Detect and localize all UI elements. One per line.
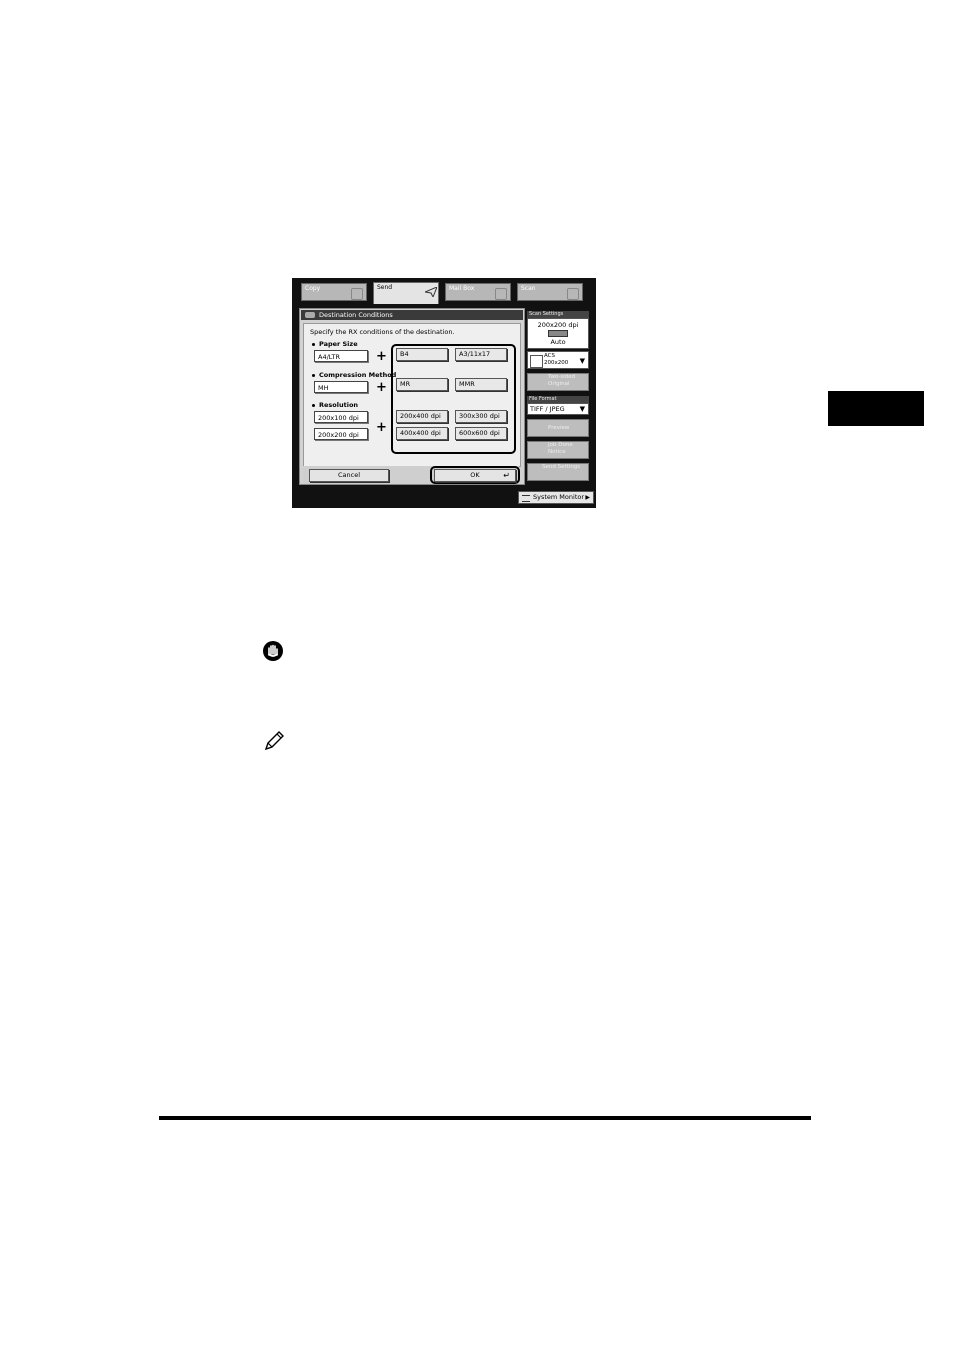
chevron-down-icon: ▼ (579, 405, 585, 413)
paper-size-label: Paper Size (319, 340, 358, 348)
mode-line-2: 200x200 (544, 360, 569, 366)
scan-resolution: 200x200 dpi (537, 321, 579, 329)
dialog-button-bar: Cancel OK ↵ (303, 466, 520, 484)
chevron-right-icon: ▶ (585, 494, 590, 501)
option-600x600-dpi[interactable]: 600x600 dpi (455, 427, 507, 440)
device-touch-panel: Copy Send Mail Box Scan Destination Cond… (292, 278, 596, 508)
option-300x300-dpi[interactable]: 300x300 dpi (455, 410, 507, 423)
dialog-body: Specify the RX conditions of the destina… (303, 323, 521, 467)
plus-sign: + (376, 349, 387, 364)
two-sided-original-button[interactable]: Two-sided Original (527, 373, 589, 391)
bullet (312, 343, 315, 346)
mode-line-1: ACS (544, 353, 555, 359)
ok-label: OK (470, 471, 480, 479)
tab-send-label: Send (377, 284, 393, 291)
resolution-field-2: 200x200 dpi (314, 428, 368, 440)
file-format-value: TIFF / JPEG (530, 405, 565, 413)
option-mmr[interactable]: MMR (455, 378, 507, 391)
status-bar: System Monitor ▶ (292, 488, 596, 508)
tab-mail-box-label: Mail Box (449, 285, 475, 292)
scan-settings-summary[interactable]: 200x200 dpi Auto (527, 318, 589, 349)
footer-rule (159, 1116, 811, 1120)
job-done-notice-button[interactable]: Job Done Notice (527, 441, 589, 459)
option-400x400-dpi[interactable]: 400x400 dpi (396, 427, 448, 440)
bullet (312, 374, 315, 377)
plus-sign: + (376, 380, 387, 395)
compression-method-field: MH (314, 381, 368, 393)
option-a3-11x17[interactable]: A3/11x17 (455, 348, 507, 361)
chapter-tab-marker (828, 391, 924, 426)
paper-size-field: A4/LTR (314, 350, 368, 362)
resolution-field-1: 200x100 dpi (314, 411, 368, 423)
copy-icon (351, 288, 363, 300)
mailbox-icon (495, 288, 507, 300)
system-monitor-label: System Monitor (533, 493, 585, 501)
enter-icon: ↵ (503, 471, 510, 480)
plus-sign: + (376, 420, 387, 435)
density-icon (548, 330, 568, 337)
resolution-label: Resolution (319, 401, 359, 409)
dialog-title: Destination Conditions (319, 311, 393, 319)
tab-scan[interactable]: Scan (517, 283, 583, 301)
option-b4[interactable]: B4 (396, 348, 448, 361)
dialog-icon (305, 312, 315, 318)
tab-scan-label: Scan (521, 285, 536, 292)
caution-hand-icon (262, 640, 284, 662)
system-monitor-button[interactable]: System Monitor ▶ (518, 491, 594, 504)
file-format-select[interactable]: TIFF / JPEG ▼ (527, 403, 589, 415)
option-mr[interactable]: MR (396, 378, 448, 391)
compression-method-label: Compression Method (319, 371, 397, 379)
send-icon (423, 286, 438, 299)
tab-send[interactable]: Send (373, 282, 439, 304)
destination-conditions-dialog: Destination Conditions Specify the RX co… (299, 308, 525, 485)
send-settings-button[interactable]: Send Settings (527, 463, 589, 481)
file-format-header: File Format (527, 396, 589, 403)
scan-icon (567, 288, 579, 300)
preview-button[interactable]: Preview (527, 419, 589, 437)
instruction-text: Specify the RX conditions of the destina… (310, 328, 455, 336)
tab-mail-box[interactable]: Mail Box (445, 283, 511, 301)
option-200x400-dpi[interactable]: 200x400 dpi (396, 410, 448, 423)
scan-settings-column: Scan Settings 200x200 dpi Auto ACS 200x2… (527, 311, 589, 486)
scan-density: Auto (550, 338, 566, 346)
cancel-button[interactable]: Cancel (309, 469, 389, 482)
mode-icon (530, 355, 543, 368)
ok-button[interactable]: OK ↵ (434, 469, 516, 482)
tab-copy[interactable]: Copy (301, 283, 367, 301)
chevron-down-icon: ▼ (579, 357, 585, 365)
tab-copy-label: Copy (305, 285, 321, 292)
scan-settings-header: Scan Settings (527, 311, 589, 318)
pencil-note-icon (263, 730, 285, 752)
bullet (312, 404, 315, 407)
monitor-icon (522, 495, 530, 502)
dialog-title-bar: Destination Conditions (301, 310, 523, 320)
color-mode-select[interactable]: ACS 200x200 ▼ (527, 351, 589, 369)
